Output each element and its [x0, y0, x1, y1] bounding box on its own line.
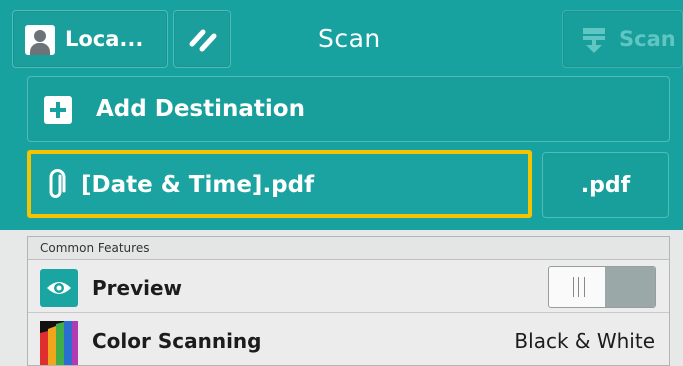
- eye-icon: [40, 269, 78, 307]
- preview-label: Preview: [92, 276, 183, 300]
- scan-button[interactable]: Scan: [562, 10, 683, 68]
- preview-row[interactable]: Preview: [28, 260, 669, 313]
- link-button[interactable]: [173, 10, 231, 68]
- preview-toggle[interactable]: [548, 266, 656, 308]
- color-palette-icon: [40, 321, 78, 365]
- user-label: Loca...: [65, 27, 144, 51]
- link-icon: [189, 29, 217, 52]
- color-scanning-row[interactable]: Color Scanning Black & White: [28, 313, 669, 365]
- file-name-label: [Date & Time].pdf: [81, 172, 315, 198]
- toggle-grip-icon: [573, 277, 585, 297]
- file-format-label: .pdf: [580, 173, 631, 198]
- user-icon: [25, 25, 55, 55]
- add-destination-label: Add Destination: [96, 96, 305, 122]
- file-name-field[interactable]: [Date & Time].pdf: [27, 150, 532, 218]
- plus-icon: [44, 96, 72, 124]
- page-title: Scan: [318, 24, 381, 53]
- color-scanning-value: Black & White: [514, 329, 655, 353]
- scan-icon: [583, 28, 605, 53]
- user-button[interactable]: Loca...: [12, 10, 168, 68]
- file-format-button[interactable]: .pdf: [542, 152, 669, 218]
- add-destination-button[interactable]: Add Destination: [27, 76, 670, 142]
- common-features-panel: Common Features Preview Color Scanning B…: [27, 236, 670, 366]
- scan-button-label: Scan: [619, 27, 676, 51]
- section-title: Common Features: [40, 241, 150, 255]
- paperclip-icon: [49, 169, 66, 198]
- section-header: Common Features: [28, 237, 669, 260]
- color-scanning-label: Color Scanning: [92, 329, 262, 353]
- toggle-knob: [605, 267, 655, 307]
